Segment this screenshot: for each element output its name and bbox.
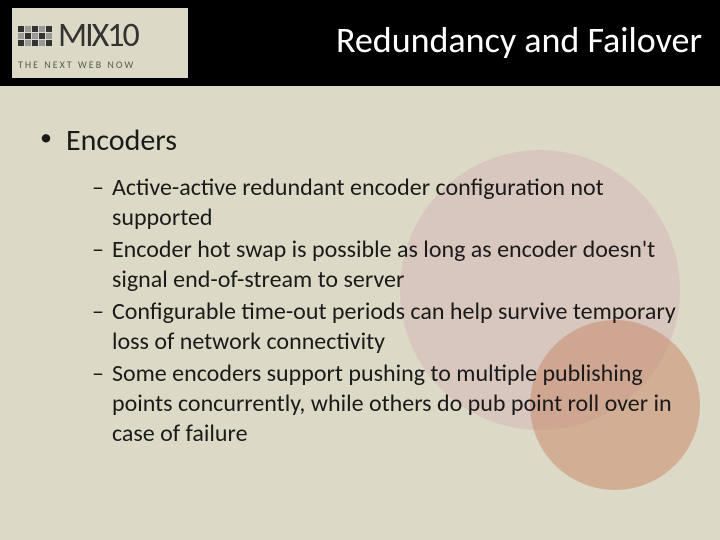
bullet-level2: – Active-active redundant encoder config…: [92, 173, 680, 233]
sub-bullet-list: – Active-active redundant encoder config…: [40, 173, 680, 449]
logo: MIX10 THE NEXT WEB NOW: [12, 8, 188, 78]
bullet-level2: – Some encoders support pushing to multi…: [92, 359, 680, 449]
logo-text: MIX10: [58, 15, 138, 56]
bullet-level1: • Encoders: [40, 122, 680, 159]
header-bar: MIX10 THE NEXT WEB NOW Redundancy and Fa…: [0, 0, 720, 86]
bullet-dash-icon: –: [92, 359, 104, 389]
bullet-dot-icon: •: [40, 122, 52, 153]
bullet-level2: – Encoder hot swap is possible as long a…: [92, 235, 680, 295]
bullet-level1-text: Encoders: [66, 122, 177, 159]
bullet-dash-icon: –: [92, 173, 104, 203]
slide-title: Redundancy and Failover: [336, 18, 702, 62]
bullet-level2-text: Some encoders support pushing to multipl…: [112, 359, 680, 449]
slide-content: • Encoders – Active-active redundant enc…: [0, 86, 720, 449]
bullet-dash-icon: –: [92, 235, 104, 265]
bullet-dash-icon: –: [92, 297, 104, 327]
bullet-level2: – Configurable time-out periods can help…: [92, 297, 680, 357]
logo-subtitle: THE NEXT WEB NOW: [18, 58, 188, 71]
logo-icon: [18, 26, 52, 46]
bullet-level2-text: Configurable time-out periods can help s…: [112, 297, 680, 357]
bullet-level2-text: Encoder hot swap is possible as long as …: [112, 235, 680, 295]
bullet-level2-text: Active-active redundant encoder configur…: [112, 173, 680, 233]
